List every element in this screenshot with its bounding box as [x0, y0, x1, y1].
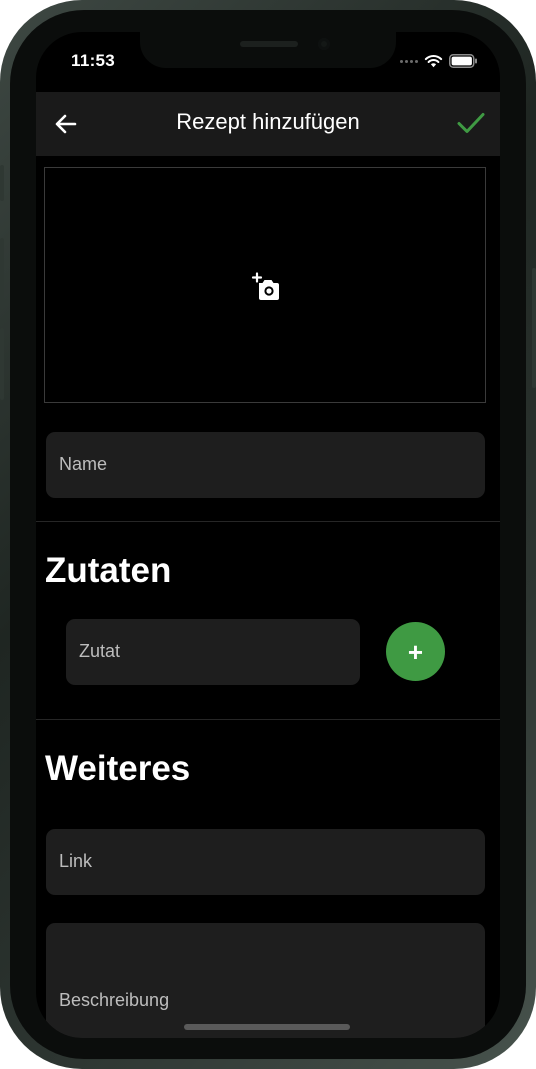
ingredients-heading: Zutaten: [45, 551, 172, 590]
ingredient-placeholder: Zutat: [79, 641, 121, 661]
app-bar: Rezept hinzufügen: [36, 92, 500, 156]
silent-switch: [0, 165, 4, 201]
volume-down-button: [0, 328, 4, 400]
name-placeholder: Name: [59, 454, 108, 474]
plus-icon: +: [407, 636, 424, 667]
more-heading: Weiteres: [45, 749, 191, 788]
front-camera: [318, 38, 330, 50]
divider: [36, 719, 500, 720]
battery-icon: [449, 54, 477, 68]
link-field[interactable]: Link: [46, 829, 485, 895]
page-title: Rezept hinzufügen: [176, 109, 360, 134]
ingredient-input[interactable]: Zutat: [66, 619, 360, 685]
volume-up-button: [0, 238, 4, 310]
image-picker[interactable]: [44, 167, 486, 403]
divider: [36, 521, 500, 522]
description-field[interactable]: Beschreibung: [46, 923, 485, 1038]
wifi-icon: [424, 55, 443, 68]
status-indicators: [400, 54, 478, 68]
description-placeholder: Beschreibung: [59, 990, 170, 1010]
speaker-grille: [240, 41, 298, 47]
phone-frame: 11:53 Rezept hinzufügen Name Zutaten Zut…: [0, 0, 536, 1069]
signal-icon: [400, 59, 418, 63]
add-photo-icon: [251, 272, 279, 300]
name-field[interactable]: Name: [46, 432, 485, 498]
check-icon[interactable]: [456, 108, 486, 138]
notch: [140, 32, 396, 68]
power-button: [532, 268, 536, 388]
screen: 11:53 Rezept hinzufügen Name Zutaten Zut…: [36, 32, 500, 1038]
add-ingredient-button[interactable]: +: [386, 622, 445, 681]
home-indicator[interactable]: [184, 1024, 350, 1030]
status-time: 11:53: [71, 51, 116, 70]
link-placeholder: Link: [59, 851, 93, 871]
